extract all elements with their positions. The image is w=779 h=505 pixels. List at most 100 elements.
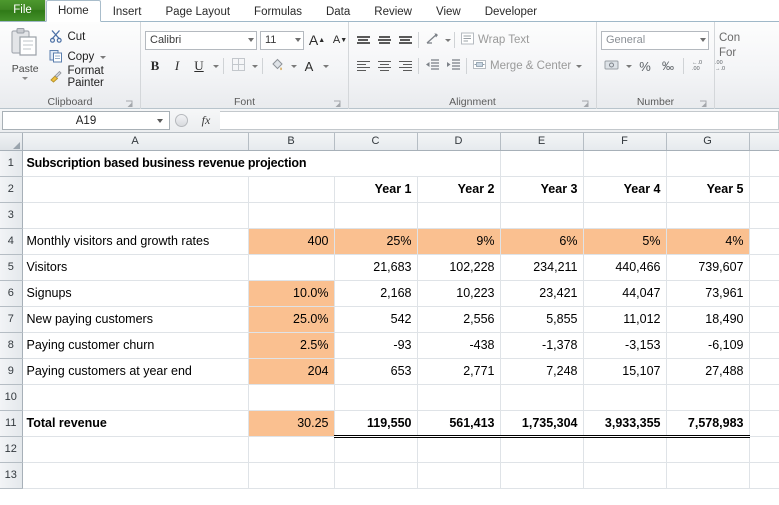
decrease-indent-button[interactable] xyxy=(422,56,442,76)
underline-button[interactable]: U xyxy=(189,56,209,76)
cell-f7[interactable]: 11,012 xyxy=(583,306,667,333)
chevron-down-icon[interactable] xyxy=(700,38,706,42)
merge-center-button[interactable]: Merge & Center xyxy=(470,56,583,76)
align-middle-button[interactable] xyxy=(374,30,394,50)
cell-c7[interactable]: 542 xyxy=(334,306,418,333)
tab-developer[interactable]: Developer xyxy=(473,1,549,21)
cell-f5[interactable]: 440,466 xyxy=(583,254,667,281)
tab-file[interactable]: File xyxy=(0,0,46,21)
italic-button[interactable]: I xyxy=(167,56,187,76)
font-color-dropdown-icon[interactable] xyxy=(323,64,329,68)
cell-h1[interactable] xyxy=(749,150,779,177)
cell-b2[interactable] xyxy=(248,176,335,203)
cell-b9[interactable]: 204 xyxy=(248,358,335,385)
cell-a11-label[interactable]: Total revenue xyxy=(22,410,249,437)
cell-h11[interactable] xyxy=(749,410,779,437)
tab-home[interactable]: Home xyxy=(46,0,101,22)
cell-f13[interactable] xyxy=(583,462,667,489)
select-all-corner[interactable] xyxy=(0,133,23,151)
cell-e1[interactable] xyxy=(500,150,584,177)
tab-formulas[interactable]: Formulas xyxy=(242,1,314,21)
paste-dropdown-icon[interactable] xyxy=(22,77,29,80)
cell-g10[interactable] xyxy=(666,384,750,411)
percent-style-button[interactable]: % xyxy=(635,56,655,76)
cell-e11[interactable]: 1,735,304 xyxy=(500,409,584,438)
cell-b3[interactable] xyxy=(248,202,335,229)
cell-b13[interactable] xyxy=(248,462,335,489)
cell-a2[interactable] xyxy=(22,176,249,203)
copy-dropdown-icon[interactable] xyxy=(100,55,107,59)
increase-indent-button[interactable] xyxy=(443,56,463,76)
column-header-e[interactable]: E xyxy=(500,133,584,151)
cell-a7-label[interactable]: New paying customers xyxy=(22,306,249,333)
cell-c11[interactable]: 119,550 xyxy=(334,409,418,438)
cell-e10[interactable] xyxy=(500,384,584,411)
increase-decimal-button[interactable]: ←.0.00 xyxy=(689,56,709,76)
cell-a6-label[interactable]: Signups xyxy=(22,280,249,307)
grow-font-button[interactable]: A ▲ xyxy=(307,30,327,50)
font-dialog-launcher-icon[interactable] xyxy=(333,99,342,108)
cut-button[interactable]: Cut xyxy=(46,28,136,46)
cell-e12[interactable] xyxy=(500,436,584,463)
borders-dropdown-icon[interactable] xyxy=(252,64,258,68)
orientation-button[interactable] xyxy=(422,30,442,50)
row-header-13[interactable]: 13 xyxy=(0,462,23,489)
chevron-down-icon[interactable] xyxy=(157,119,163,123)
cell-d3[interactable] xyxy=(417,202,501,229)
column-header-f[interactable]: F xyxy=(583,133,667,151)
cell-d11[interactable]: 561,413 xyxy=(417,409,501,438)
underline-dropdown-icon[interactable] xyxy=(213,64,219,68)
insert-function-button[interactable]: fx xyxy=(192,113,220,128)
paste-button[interactable]: Paste xyxy=(4,25,46,80)
row-header-4[interactable]: 4 xyxy=(0,228,23,255)
copy-button[interactable]: Copy xyxy=(46,48,136,66)
cell-a5-label[interactable]: Visitors xyxy=(22,254,249,281)
cell-c8[interactable]: -93 xyxy=(334,332,418,359)
row-header-1[interactable]: 1 xyxy=(0,150,23,177)
cell-d8[interactable]: -438 xyxy=(417,332,501,359)
orientation-dropdown-icon[interactable] xyxy=(445,38,451,42)
cell-g11[interactable]: 7,578,983 xyxy=(666,409,750,438)
column-header-h-partial[interactable] xyxy=(749,133,779,151)
cell-g5[interactable]: 739,607 xyxy=(666,254,750,281)
worksheet-grid[interactable]: A B C D E F G 1 Subscription based busin… xyxy=(0,133,779,498)
align-left-button[interactable] xyxy=(353,56,373,76)
tab-data[interactable]: Data xyxy=(314,1,362,21)
cell-f11[interactable]: 3,933,355 xyxy=(583,409,667,438)
column-header-a[interactable]: A xyxy=(22,133,249,151)
cell-e7[interactable]: 5,855 xyxy=(500,306,584,333)
cell-f1[interactable] xyxy=(583,150,667,177)
accounting-format-button[interactable] xyxy=(601,56,621,76)
row-header-8[interactable]: 8 xyxy=(0,332,23,359)
cell-h2[interactable] xyxy=(749,176,779,203)
formula-input[interactable] xyxy=(220,111,779,130)
fill-color-button[interactable] xyxy=(267,56,287,76)
cell-e4[interactable]: 6% xyxy=(500,228,584,255)
align-right-button[interactable] xyxy=(395,56,415,76)
cell-d5[interactable]: 102,228 xyxy=(417,254,501,281)
cell-d4[interactable]: 9% xyxy=(417,228,501,255)
cell-e9[interactable]: 7,248 xyxy=(500,358,584,385)
formula-bar-splitter[interactable] xyxy=(170,111,192,130)
cell-f2-year-4[interactable]: Year 4 xyxy=(583,176,667,203)
cell-h7[interactable] xyxy=(749,306,779,333)
column-header-d[interactable]: D xyxy=(417,133,501,151)
number-dialog-launcher-icon[interactable] xyxy=(699,99,708,108)
cell-d13[interactable] xyxy=(417,462,501,489)
cell-b5[interactable] xyxy=(248,254,335,281)
cell-d2-year-2[interactable]: Year 2 xyxy=(417,176,501,203)
font-size-combo[interactable]: 11 xyxy=(260,30,304,50)
cell-c6[interactable]: 2,168 xyxy=(334,280,418,307)
cell-c13[interactable] xyxy=(334,462,418,489)
comma-style-button[interactable]: ‰ xyxy=(658,56,678,76)
cell-g4[interactable]: 4% xyxy=(666,228,750,255)
cell-a8-label[interactable]: Paying customer churn xyxy=(22,332,249,359)
alignment-dialog-launcher-icon[interactable] xyxy=(581,99,590,108)
format-painter-button[interactable]: Format Painter xyxy=(46,65,136,89)
cell-g6[interactable]: 73,961 xyxy=(666,280,750,307)
cell-g1[interactable] xyxy=(666,150,750,177)
cell-h5[interactable] xyxy=(749,254,779,281)
cell-f6[interactable]: 44,047 xyxy=(583,280,667,307)
chevron-down-icon[interactable] xyxy=(295,38,301,42)
column-header-g[interactable]: G xyxy=(666,133,750,151)
